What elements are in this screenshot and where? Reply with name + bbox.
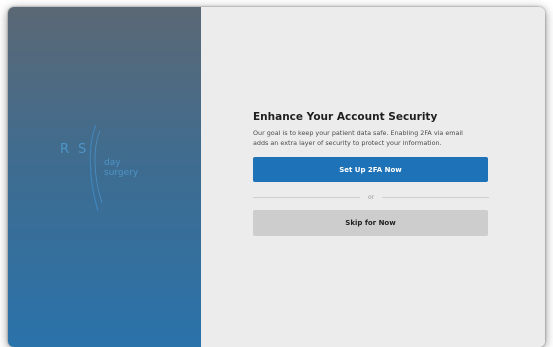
logo-letter-r: R <box>60 142 70 157</box>
logo-arc-outer <box>89 124 99 212</box>
divider-text: or <box>367 193 375 201</box>
page-title: Enhance Your Account Security <box>253 111 438 123</box>
logo-word-surgery: surgery <box>104 168 139 178</box>
description-line-2: adds an extra layer of security to prote… <box>253 138 442 147</box>
logo-arc-inner <box>94 130 103 204</box>
app-window: R S day surgery Enhance Your Account Sec… <box>8 7 545 347</box>
description-line-1: Our goal is to keep your patient data sa… <box>253 129 463 137</box>
setup-2fa-button[interactable]: Set Up 2FA Now <box>253 157 488 182</box>
logo-letter-s: S <box>78 142 86 157</box>
security-panel: Enhance Your Account Security Our goal i… <box>201 7 545 347</box>
or-divider: or <box>253 192 490 202</box>
skip-button[interactable]: Skip for Now <box>253 210 488 236</box>
divider-line-right <box>382 196 490 198</box>
rs-day-surgery-logo: R S day surgery <box>60 124 139 212</box>
security-prompt: Enhance Your Account Security Our goal i… <box>253 111 490 236</box>
brand-panel: R S day surgery <box>8 7 201 347</box>
logo-word-day: day <box>104 158 121 168</box>
divider-line-left <box>253 196 360 198</box>
